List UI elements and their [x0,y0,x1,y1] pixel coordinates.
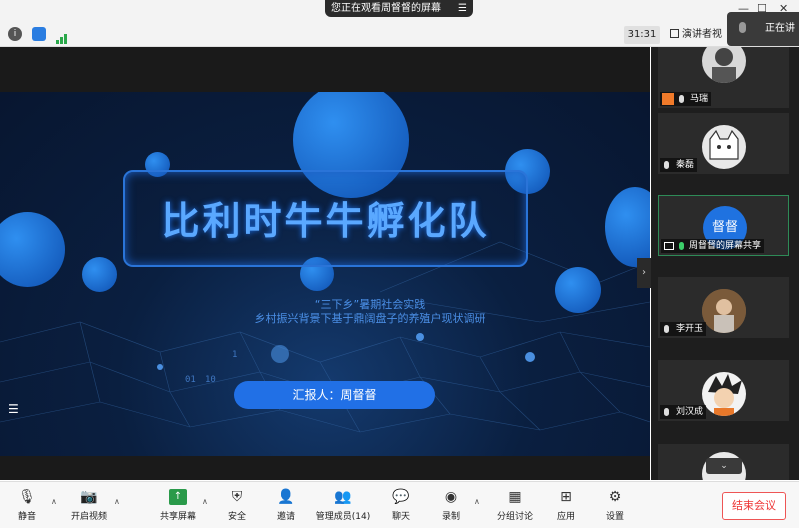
breakout-icon: ▦ [508,489,522,505]
record-button[interactable]: ◉ 录制 [436,489,466,522]
participant-name-text: 李开玉 [676,324,704,334]
scroll-down-button[interactable]: ⌄ [706,458,742,474]
video-off-icon: 📷 [80,489,98,505]
meeting-timer: 31:31 [624,26,660,44]
layout-icon [670,29,679,38]
avatar [702,372,746,416]
members-icon: 👥 [334,489,352,505]
mic-muted-icon [664,325,669,333]
svg-text:01: 01 [185,375,196,385]
chevron-up-icon[interactable]: ∧ [51,497,57,506]
participant-name-text: 秦磊 [676,160,695,170]
mute-label: 静音 [17,512,36,522]
shield-icon[interactable] [32,27,46,41]
host-icon [662,93,674,105]
invite-label: 邀请 [276,512,295,522]
record-label: 录制 [441,512,460,522]
viewing-banner[interactable]: 您正在观看周督督的屏幕 ☰ [325,0,473,17]
reporter-label: 汇报人：周督督 [234,381,435,409]
share-screen-icon: ↑ [169,489,187,505]
chat-button[interactable]: 💬 聊天 [386,489,416,522]
participant-name-text: 马瑞 [690,94,709,104]
list-icon[interactable]: ☰ [8,403,22,415]
speaking-indicator: 正在讲话 [727,12,799,68]
participant-name-text: 刘汉成 [676,407,704,417]
signal-icon[interactable] [56,29,68,44]
video-button[interactable]: 📷 开启视频 [66,489,112,522]
shield-icon: ⛨ [231,489,243,505]
screen-share-icon [664,242,674,250]
security-label: 安全 [227,512,246,522]
participant-name: 李开玉 [660,322,707,336]
security-button[interactable]: ⛨ 安全 [222,489,252,522]
chevron-up-icon[interactable]: ∧ [474,497,480,506]
breakout-button[interactable]: ▦ 分组讨论 [492,489,538,522]
mic-icon [679,242,684,250]
svg-text:1: 1 [232,350,237,360]
participant-tile[interactable]: 刘汉成 [658,360,789,421]
participant-tile[interactable]: 督督 周督督的屏幕共享 [658,195,789,256]
slide-subtitle-2: 乡村振兴背景下基于鼎阔盘子的养殖户现状调研 [254,312,486,325]
gear-icon: ⚙ [608,489,622,505]
share-screen-button[interactable]: ↑ 共享屏幕 [155,489,201,522]
participant-name: 周督督的屏幕共享 [661,239,765,253]
avatar [702,47,746,83]
avatar [702,289,746,333]
breakout-label: 分组讨论 [496,512,533,522]
svg-text:10: 10 [205,375,216,385]
participant-tile[interactable]: 秦磊 [658,113,789,174]
microphone-icon: 🎙 [18,489,36,505]
view-mode-button[interactable]: 演讲者视 [670,26,726,44]
participant-name: 刘汉成 [660,405,707,419]
invite-button[interactable]: 👤 邀请 [271,489,301,522]
apps-icon: ⊞ [560,489,572,505]
chevron-up-icon[interactable]: ∧ [114,497,120,506]
mic-icon [739,22,746,33]
share-screen-label: 共享屏幕 [159,512,196,522]
viewing-banner-text: 您正在观看周督督的屏幕 [331,3,441,14]
chat-label: 聊天 [391,512,410,522]
manage-members-button[interactable]: 👥 管理成员(14) [313,489,373,522]
settings-label: 设置 [605,512,624,522]
end-meeting-button[interactable]: 结束会议 [722,492,786,520]
chevron-up-icon[interactable]: ∧ [202,497,208,506]
participant-name-text: 周督督的屏幕共享 [689,241,762,251]
settings-button[interactable]: ⚙ 设置 [600,489,630,522]
participant-tile[interactable]: 马瑞 [658,47,789,108]
chat-icon: 💬 [392,489,410,505]
deco-circle [82,257,117,292]
collapse-panel-button[interactable]: › [637,258,651,288]
record-icon: ◉ [444,489,458,505]
mic-muted-icon [664,161,669,169]
add-user-icon: 👤 [277,489,295,505]
video-label: 开启视频 [70,512,107,522]
participant-name: 马瑞 [660,92,712,106]
menu-icon[interactable]: ☰ [458,0,467,17]
slide-title: 比利时牛牛孵化队 [161,199,490,243]
mic-icon [679,95,684,103]
view-mode-label: 演讲者视 [682,29,722,40]
avatar [702,125,746,169]
manage-members-label: 管理成员(14) [315,512,371,522]
participant-tile[interactable]: 李开玉 [658,277,789,338]
apps-label: 应用 [556,512,575,522]
apps-button[interactable]: ⊞ 应用 [551,489,581,522]
info-icon[interactable]: i [8,27,22,41]
participant-name: 秦磊 [660,158,698,172]
mic-muted-icon [664,408,669,416]
mute-button[interactable]: 🎙 静音 [10,489,44,522]
